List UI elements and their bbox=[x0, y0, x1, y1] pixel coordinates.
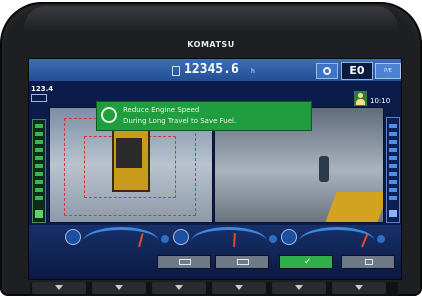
left-readout: 123.4 bbox=[31, 85, 54, 93]
camera-view-1-button[interactable] bbox=[157, 255, 211, 269]
worker-image bbox=[319, 156, 329, 182]
clock: 10:10 bbox=[370, 97, 391, 105]
menu-icon bbox=[365, 259, 373, 265]
gauge-segment bbox=[389, 132, 397, 136]
gauge-arc bbox=[83, 227, 159, 256]
function-key-f3[interactable] bbox=[152, 282, 206, 294]
machine-cab-image bbox=[116, 138, 142, 168]
left-indicator-box bbox=[31, 94, 47, 102]
mode-select-button[interactable]: P/E bbox=[375, 63, 401, 79]
pressure-icon bbox=[389, 210, 397, 217]
monitor-screen: 12345.6 h E0 P/E 123.4 10:10 Reduce Engi… bbox=[28, 58, 402, 280]
arrow-down-icon bbox=[55, 285, 63, 290]
gauge-segment bbox=[389, 156, 397, 160]
gauge-end-marker bbox=[161, 235, 169, 243]
operator-icon[interactable] bbox=[354, 91, 367, 106]
top-status-bar: 12345.6 h E0 P/E bbox=[29, 59, 401, 81]
gauge-segment bbox=[389, 164, 397, 168]
hydraulic-oil-temperature-gauge bbox=[173, 227, 283, 248]
menu-button[interactable] bbox=[341, 255, 395, 269]
gauge-segment bbox=[35, 156, 43, 160]
hourglass-icon bbox=[172, 66, 180, 76]
function-key-f4[interactable] bbox=[212, 282, 266, 294]
right-bar-gauge bbox=[386, 117, 400, 223]
confirm-button[interactable]: ✓ bbox=[279, 255, 333, 269]
check-icon: ✓ bbox=[304, 257, 312, 267]
gauge-segment bbox=[389, 140, 397, 144]
function-key-f6[interactable] bbox=[332, 282, 386, 294]
gear-icon bbox=[323, 67, 331, 75]
brand-logo: KOMATSU bbox=[187, 40, 235, 49]
function-key-f1[interactable] bbox=[32, 282, 86, 294]
function-key-f2[interactable] bbox=[92, 282, 146, 294]
gauge-segment bbox=[35, 188, 43, 192]
gauge-segment bbox=[389, 148, 397, 152]
service-meter-value: 12345.6 bbox=[184, 62, 239, 77]
function-key-f5[interactable] bbox=[272, 282, 326, 294]
arrow-down-icon bbox=[115, 285, 123, 290]
gauge-end-marker bbox=[377, 235, 385, 243]
gauge-segment bbox=[35, 140, 43, 144]
gauge-segment bbox=[389, 196, 397, 200]
gauge-segment bbox=[389, 188, 397, 192]
camera-icon bbox=[179, 259, 191, 265]
coolant-icon bbox=[65, 229, 81, 245]
gauge-segment bbox=[35, 164, 43, 168]
gauge-segment bbox=[389, 180, 397, 184]
arrow-down-icon bbox=[175, 285, 183, 290]
work-mode-indicator[interactable]: E0 bbox=[341, 62, 373, 80]
service-meter-unit: h bbox=[251, 68, 255, 75]
bucket-image bbox=[325, 192, 383, 222]
fuel-icon bbox=[281, 229, 297, 245]
leaf-icon bbox=[35, 210, 43, 218]
arrow-down-icon bbox=[235, 285, 243, 290]
message-line-1: Reduce Engine Speed bbox=[123, 106, 200, 114]
gauge-segment bbox=[35, 132, 43, 136]
message-line-2: During Long Travel to Save Fuel. bbox=[123, 117, 237, 125]
camera-view-2-button[interactable] bbox=[215, 255, 269, 269]
eco-guidance-icon bbox=[101, 107, 117, 123]
left-bar-gauge bbox=[32, 119, 46, 223]
gauge-segment bbox=[35, 180, 43, 184]
gauge-segment bbox=[389, 172, 397, 176]
gauge-arc bbox=[191, 227, 267, 256]
gauge-segment bbox=[35, 196, 43, 200]
camera-icon bbox=[237, 259, 249, 265]
engine-coolant-temperature-gauge bbox=[65, 227, 175, 248]
gauge-segment bbox=[35, 124, 43, 128]
gauge-segment bbox=[35, 172, 43, 176]
arrow-down-icon bbox=[295, 285, 303, 290]
bezel-highlight bbox=[24, 6, 398, 32]
oil-icon bbox=[173, 229, 189, 245]
settings-button[interactable] bbox=[316, 63, 338, 79]
arrow-down-icon bbox=[355, 285, 363, 290]
gauge-end-marker bbox=[269, 235, 277, 243]
gauge-segment bbox=[35, 148, 43, 152]
fuel-gauge bbox=[281, 227, 391, 248]
gauge-segment bbox=[389, 124, 397, 128]
eco-guidance-message: Reduce Engine Speed During Long Travel t… bbox=[96, 101, 312, 131]
